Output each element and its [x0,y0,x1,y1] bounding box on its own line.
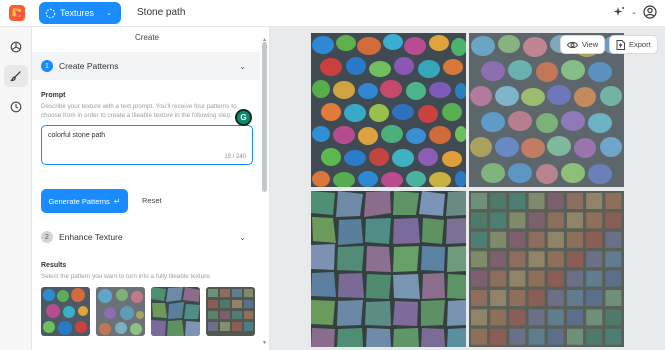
prompt-input-value[interactable]: colorful stone path [48,132,105,139]
reset-button[interactable]: Reset [142,196,162,205]
texture-canvas: View Export [270,27,665,350]
prompt-helper-text: Describe your texture with a text prompt… [41,103,237,119]
left-tool-rail [0,27,32,350]
result-thumbnail[interactable] [96,287,145,336]
scrollbar-thumb[interactable] [262,42,267,192]
step-label: Enhance Texture [59,232,123,242]
user-avatar-icon[interactable] [643,5,657,19]
app-logo-icon[interactable] [8,4,26,22]
chevron-down-icon: ⌄ [239,232,246,242]
pattern-tile-2[interactable] [469,33,624,187]
export-file-icon [616,39,625,50]
step-number-badge: 1 [41,60,53,72]
brush-icon [10,70,22,82]
view-button[interactable]: View [560,35,606,54]
pattern-image [311,191,466,347]
step-enhance-texture[interactable]: 2 Enhance Texture ⌄ [32,223,260,251]
clock-icon [10,101,22,113]
results-thumbnails [41,287,255,336]
rail-create-button[interactable] [4,65,28,87]
result-thumbnail[interactable] [151,287,200,336]
generate-patterns-button[interactable]: Generate Patterns ↵ [41,189,128,213]
prompt-input[interactable]: colorful stone path 19 / 240 [41,125,253,165]
result-thumbnail[interactable] [206,287,255,336]
chevron-down-icon[interactable]: ⌄ [631,8,637,16]
export-button-label: Export [629,40,651,49]
pattern-image [469,191,624,347]
grammarly-icon[interactable]: G [235,109,252,126]
pattern-image [311,33,466,187]
rail-brand-kit-button[interactable] [4,36,28,58]
palette-icon [10,41,22,53]
panel-title: Create [134,33,159,42]
rail-history-button[interactable] [4,96,28,118]
generate-patterns-label: Generate Patterns [48,196,110,206]
product-switcher-label: Textures [60,8,95,18]
pattern-tile-1[interactable] [311,33,466,187]
panel-scrollbar[interactable]: ▲ ▼ [261,37,268,347]
product-switcher-button[interactable]: Textures ⌄ [39,2,121,24]
sparkle-icon[interactable] [613,6,625,18]
result-thumbnail[interactable] [41,287,90,336]
character-counter: 19 / 240 [224,154,246,160]
textures-icon [45,8,56,19]
step-create-patterns[interactable]: 1 Create Patterns ⌄ [32,52,260,80]
chevron-down-icon: ⌄ [106,10,112,17]
export-button[interactable]: Export [609,35,658,54]
results-label: Results [41,262,67,269]
pattern-tile-4[interactable] [469,191,624,347]
document-title[interactable]: Stone path [137,7,185,18]
pattern-tile-3[interactable] [311,191,466,347]
prompt-label: Prompt [41,92,66,99]
create-panel: Create 1 Create Patterns ⌄ Prompt Descri… [32,27,270,350]
pattern-image [469,33,624,187]
eye-icon [567,41,578,49]
top-bar: Textures ⌄ Stone path ⌄ [0,0,665,27]
scroll-down-icon[interactable]: ▼ [261,340,268,346]
step-label: Create Patterns [59,61,119,71]
chevron-down-icon: ⌄ [239,61,246,71]
results-helper-text: Select the pattern you want to turn into… [41,273,212,280]
view-button-label: View [582,40,599,49]
enter-key-icon: ↵ [113,196,121,206]
step-number-badge: 2 [41,231,53,243]
